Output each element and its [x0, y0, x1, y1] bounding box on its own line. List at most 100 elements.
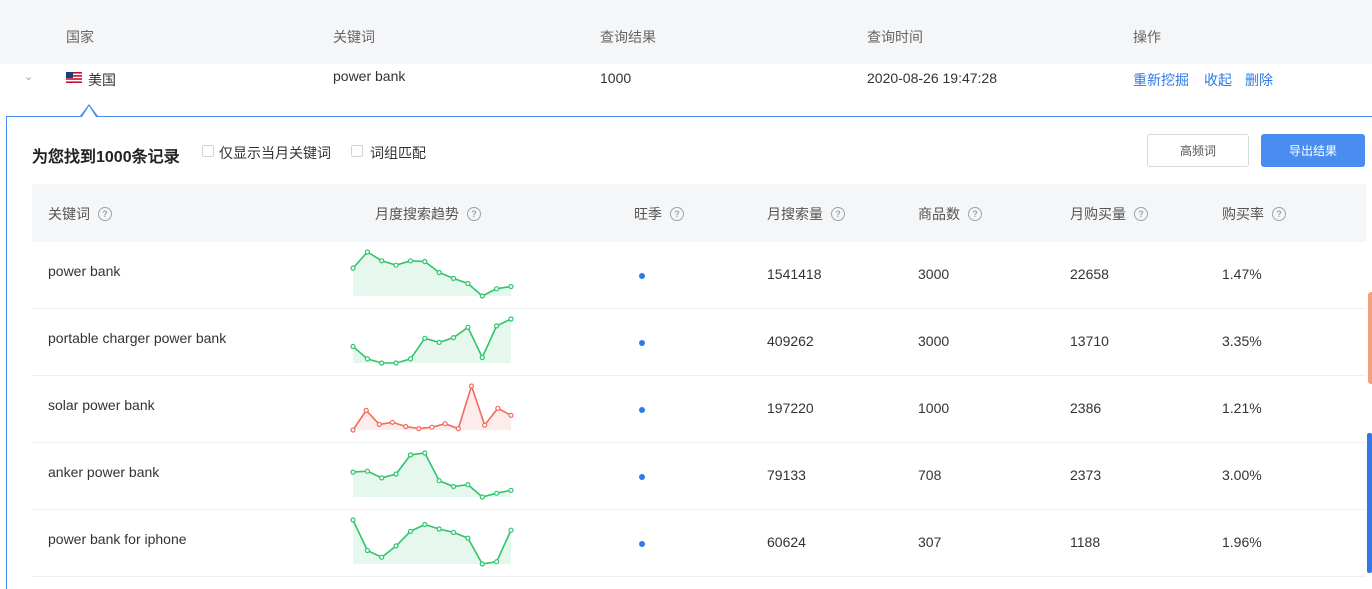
chevron-down-icon[interactable]: ⌄: [24, 70, 33, 83]
trend-point: [389, 419, 396, 425]
trend-point: [479, 354, 485, 361]
trend-point: [422, 258, 428, 265]
trend-point: [363, 407, 369, 413]
trend-point: [450, 529, 457, 535]
trend-point: [479, 561, 485, 567]
side-feedback-tab[interactable]: [1368, 292, 1372, 384]
trend-point: [465, 535, 471, 541]
help-circle-icon[interactable]: ?: [98, 207, 112, 221]
help-circle-icon[interactable]: ?: [1272, 207, 1286, 221]
trend-point: [364, 547, 370, 554]
trend-sparkline: [350, 450, 514, 500]
th-keyword: 关键词?: [48, 204, 112, 224]
help-circle-icon[interactable]: ?: [467, 207, 481, 221]
row-keyword[interactable]: portable charger power bank: [48, 330, 226, 346]
trend-point: [364, 356, 370, 362]
trend-point: [436, 269, 442, 276]
trend-point: [450, 335, 457, 341]
peak-season-dot: [639, 340, 645, 346]
trend-point: [450, 275, 457, 281]
time-value: 2020-08-26 19:47:28: [867, 70, 997, 86]
trend-point: [379, 258, 385, 264]
current-month-checkbox[interactable]: [202, 145, 214, 157]
trend-area: [353, 386, 511, 430]
trend-point: [350, 427, 356, 433]
row-purchases: 1188: [1070, 534, 1101, 550]
th-trend: 月度搜索趋势?: [375, 204, 481, 224]
row-keyword[interactable]: anker power bank: [48, 464, 159, 480]
table-row[interactable]: power bank for iphone 60624 307 1188 1.9…: [32, 510, 1366, 577]
peak-season-dot: [639, 273, 645, 279]
header-time: 查询时间: [867, 29, 923, 45]
trend-sparkline: [350, 517, 514, 567]
result-value: 1000: [600, 70, 632, 86]
row-products: 307: [918, 534, 942, 550]
trend-sparkline: [350, 249, 514, 299]
trend-point: [393, 471, 399, 477]
trend-sparkline: [350, 383, 514, 433]
row-products: 1000: [918, 400, 950, 416]
help-circle-icon[interactable]: ?: [670, 207, 684, 221]
row-purchase-rate: 3.35%: [1222, 333, 1262, 349]
trend-point: [393, 543, 399, 549]
trend-point: [455, 425, 461, 432]
th-purchases: 月购买量?: [1070, 204, 1148, 224]
table-row[interactable]: solar power bank 197220 1000 2386 1.21%: [32, 376, 1366, 443]
export-button[interactable]: 导出结果: [1261, 134, 1365, 167]
trend-point: [379, 360, 385, 366]
trend-point: [364, 468, 370, 474]
delete-link[interactable]: 删除: [1245, 70, 1273, 90]
help-circle-icon[interactable]: ?: [1134, 207, 1148, 221]
row-purchase-rate: 3.00%: [1222, 467, 1262, 483]
trend-point: [350, 469, 356, 475]
high-frequency-button[interactable]: 高频词: [1147, 134, 1249, 167]
table-row[interactable]: power bank 1541418 3000 22658 1.47%: [32, 242, 1366, 309]
row-purchase-rate: 1.96%: [1222, 534, 1262, 550]
current-month-label[interactable]: 仅显示当月关键词: [219, 143, 331, 163]
trend-point: [465, 280, 471, 287]
trend-point: [442, 421, 448, 427]
phrase-match-label[interactable]: 词组匹配: [370, 143, 426, 163]
table-row[interactable]: anker power bank 79133 708 2373 3.00%: [32, 443, 1366, 510]
trend-point: [350, 343, 356, 350]
header-keyword: 关键词: [333, 29, 375, 45]
query-row: ⌄ 美国 power bank 1000 2020-08-26 19:47:28…: [0, 64, 1372, 116]
outer-table-header: 国家 关键词 查询结果 查询时间 操作: [0, 0, 1372, 64]
trend-point: [494, 490, 500, 496]
trend-point: [494, 286, 500, 292]
peak-season-dot: [639, 474, 645, 480]
trend-point: [407, 258, 414, 264]
trend-point: [436, 526, 442, 532]
remine-link[interactable]: 重新挖掘: [1133, 70, 1189, 90]
trend-point: [407, 528, 414, 534]
table-row[interactable]: portable charger power bank 409262 3000 …: [32, 309, 1366, 376]
row-search-volume: 197220: [767, 400, 814, 416]
peak-season-dot: [639, 541, 645, 547]
scrollbar-thumb[interactable]: [1367, 433, 1372, 573]
trend-point: [407, 452, 414, 458]
trend-point: [479, 293, 485, 299]
header-result: 查询结果: [600, 29, 656, 45]
row-keyword[interactable]: solar power bank: [48, 397, 155, 413]
row-products: 708: [918, 467, 942, 483]
collapse-link[interactable]: 收起: [1204, 70, 1232, 90]
trend-point: [494, 323, 500, 329]
trend-point: [350, 517, 356, 523]
row-search-volume: 60624: [767, 534, 806, 550]
th-search-volume: 月搜索量?: [767, 204, 845, 224]
trend-point: [364, 249, 370, 255]
help-circle-icon[interactable]: ?: [831, 207, 845, 221]
phrase-match-checkbox[interactable]: [351, 145, 363, 157]
trend-point: [508, 412, 514, 418]
row-keyword[interactable]: power bank for iphone: [48, 531, 187, 547]
trend-point: [508, 527, 514, 533]
trend-point: [379, 554, 385, 560]
row-search-volume: 409262: [767, 333, 814, 349]
help-circle-icon[interactable]: ?: [968, 207, 982, 221]
row-keyword[interactable]: power bank: [48, 263, 120, 279]
trend-point: [436, 478, 442, 484]
trend-point: [393, 262, 399, 268]
trend-point: [436, 339, 442, 345]
th-products: 商品数?: [918, 204, 982, 224]
trend-point: [508, 283, 514, 290]
